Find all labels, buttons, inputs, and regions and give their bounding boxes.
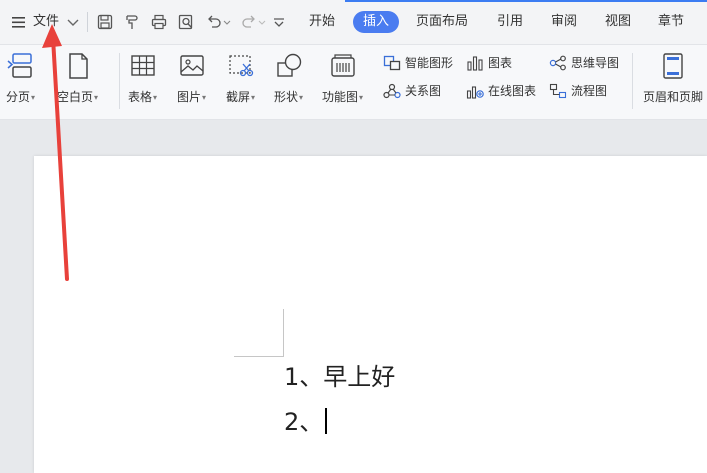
blank-page-button[interactable]: 空白页▾ (57, 53, 98, 106)
function-chart-icon (330, 54, 355, 77)
blank-page-label: 空白页 (57, 90, 94, 104)
file-menu[interactable]: 文件 (33, 12, 59, 32)
header-footer-label: 页眉和页脚 (643, 90, 704, 104)
page-break-button[interactable]: 分页▾ (6, 53, 35, 106)
tab-page-layout[interactable]: 页面布局 (416, 12, 468, 32)
chart-button[interactable]: 图表 (466, 54, 512, 72)
print-icon[interactable] (150, 13, 168, 31)
picture-label: 图片 (177, 90, 202, 104)
relation-chart-label: 关系图 (405, 84, 442, 98)
list-item-current[interactable]: 2、 (284, 407, 327, 437)
top-menu-bar: 文件 开始 插入 页面布局 引用 审阅 视图 章节 (0, 0, 707, 45)
ribbon-accent-line (345, 0, 707, 2)
ribbon-divider (632, 53, 633, 109)
shape-button[interactable]: 形状▾ (274, 53, 303, 106)
tab-home[interactable]: 开始 (309, 12, 335, 32)
list-item-text: 1、早上好 (284, 363, 396, 391)
quick-access-more-icon[interactable] (270, 13, 288, 31)
shape-icon (276, 53, 301, 77)
page-break-label: 分页 (6, 90, 31, 104)
list-item[interactable]: 1、早上好 (284, 362, 395, 392)
table-label: 表格 (128, 90, 153, 104)
undo-dropdown-icon[interactable] (222, 13, 232, 31)
hamburger-menu-icon[interactable] (10, 13, 28, 31)
save-icon[interactable] (96, 13, 114, 31)
relation-chart-button[interactable]: 关系图 (383, 82, 441, 100)
document-page[interactable]: 1、早上好 2、 (34, 156, 707, 473)
blank-page-icon (68, 53, 88, 79)
table-button[interactable]: 表格▾ (128, 53, 157, 106)
screenshot-label: 截屏 (226, 90, 251, 104)
margin-corner-mark (234, 356, 284, 357)
bar-chart-icon (467, 56, 483, 71)
toolbar-divider (87, 12, 88, 32)
smart-shape-button[interactable]: 智能图形 (383, 54, 453, 72)
tab-review[interactable]: 审阅 (551, 12, 577, 32)
margin-corner-mark (283, 309, 284, 356)
mind-map-icon (549, 55, 566, 71)
picture-button[interactable]: 图片▾ (177, 53, 206, 106)
redo-dropdown-icon[interactable] (257, 13, 267, 31)
print-preview-icon[interactable] (177, 13, 195, 31)
shape-label: 形状 (274, 90, 299, 104)
ribbon-divider (119, 53, 120, 109)
function-chart-label: 功能图 (322, 90, 359, 104)
tab-references[interactable]: 引用 (497, 12, 523, 32)
flowchart-button[interactable]: 流程图 (549, 82, 607, 100)
function-chart-button[interactable]: 功能图▾ (322, 53, 363, 106)
flowchart-icon (549, 83, 567, 99)
header-footer-icon (663, 53, 683, 79)
tab-chapter[interactable]: 章节 (658, 12, 684, 32)
redo-icon[interactable] (240, 13, 258, 31)
chevron-down-icon[interactable] (64, 13, 82, 31)
picture-icon (179, 55, 204, 76)
mind-map-label: 思维导图 (571, 56, 620, 70)
smart-shape-label: 智能图形 (405, 56, 454, 70)
insert-ribbon: 分页▾ 空白页▾ 表格▾ 图片▾ 截屏▾ 形状▾ 功能图▾ 智能图形 关系图 图… (0, 45, 707, 120)
text-cursor (325, 408, 327, 434)
online-chart-button[interactable]: 在线图表 (466, 82, 536, 100)
list-item-text: 2、 (284, 408, 324, 436)
document-workspace[interactable]: 1、早上好 2、 (0, 120, 707, 473)
chart-label: 图表 (488, 56, 513, 70)
format-painter-icon[interactable] (123, 13, 141, 31)
undo-icon[interactable] (205, 13, 223, 31)
online-chart-icon (466, 86, 484, 99)
scissors-icon (228, 55, 253, 77)
online-chart-label: 在线图表 (488, 84, 537, 98)
page-break-icon (7, 53, 32, 78)
flowchart-label: 流程图 (571, 84, 608, 98)
mind-map-button[interactable]: 思维导图 (549, 54, 619, 72)
relation-chart-icon (383, 83, 401, 99)
tab-view[interactable]: 视图 (605, 12, 631, 32)
tab-insert[interactable]: 插入 (353, 11, 399, 33)
table-icon (130, 55, 155, 76)
smart-shape-icon (383, 55, 401, 71)
header-footer-button[interactable]: 页眉和页脚 (643, 53, 703, 105)
screenshot-button[interactable]: 截屏▾ (226, 53, 255, 106)
